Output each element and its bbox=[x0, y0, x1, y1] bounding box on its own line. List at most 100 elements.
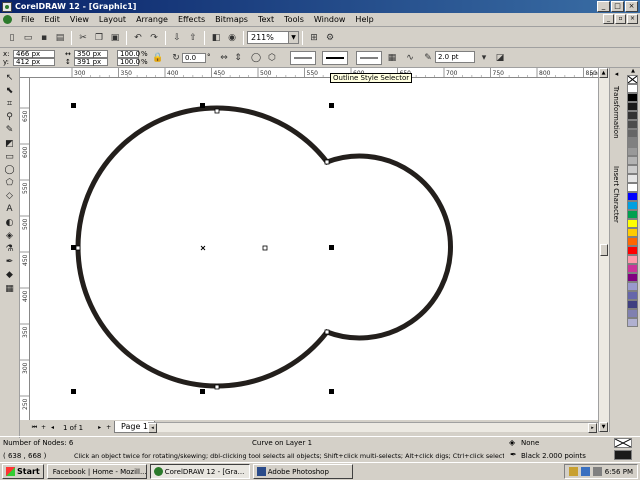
polygon-tool-icon[interactable]: ⬠ bbox=[2, 177, 18, 190]
first-page-icon[interactable]: ⏮ bbox=[30, 424, 39, 432]
start-button[interactable]: Start bbox=[2, 464, 44, 479]
scale-y-field[interactable]: 100.0 bbox=[117, 58, 140, 66]
rotate-icon[interactable]: ↻ bbox=[170, 52, 182, 64]
docker-tab-insert-character[interactable]: Insert Character bbox=[612, 166, 620, 223]
outline-style-selector[interactable] bbox=[322, 51, 348, 65]
color-swatch[interactable] bbox=[627, 300, 638, 309]
curve-node[interactable] bbox=[214, 108, 220, 114]
color-swatch[interactable] bbox=[627, 111, 638, 120]
outline-pen-status-icon[interactable]: ✒ bbox=[510, 450, 517, 459]
vertical-ruler[interactable]: 650600550500450400350300250200 bbox=[20, 78, 30, 420]
selection-handle[interactable] bbox=[71, 245, 76, 250]
fill-tool-icon[interactable]: ◆ bbox=[2, 269, 18, 282]
interactive-fill-tool-icon[interactable]: ◈ bbox=[2, 229, 18, 242]
outline-color-swatch[interactable] bbox=[614, 450, 632, 460]
snap-icon[interactable]: ⊞ bbox=[307, 31, 321, 45]
doc-close-button[interactable]: × bbox=[627, 14, 638, 24]
width-field[interactable]: 350 px bbox=[74, 50, 108, 58]
color-swatch[interactable] bbox=[627, 309, 638, 318]
color-swatch[interactable] bbox=[627, 282, 638, 291]
doc-restore-button[interactable]: ▫ bbox=[615, 14, 626, 24]
color-swatch[interactable] bbox=[627, 147, 638, 156]
y-position-field[interactable]: 412 px bbox=[13, 58, 55, 66]
tray-network-icon[interactable] bbox=[580, 467, 590, 476]
chevron-down-icon[interactable]: ▾ bbox=[478, 52, 490, 64]
color-swatch[interactable] bbox=[627, 174, 638, 183]
vertical-scrollbar[interactable]: ▲ ▼ bbox=[598, 68, 609, 432]
vertical-scroll-thumb[interactable] bbox=[600, 244, 608, 256]
docker-arrow-icon[interactable]: ◂ bbox=[611, 70, 622, 80]
color-swatch[interactable] bbox=[627, 291, 638, 300]
previous-page-icon[interactable]: ◂ bbox=[48, 424, 57, 431]
center-marker[interactable] bbox=[200, 245, 206, 251]
color-swatch[interactable] bbox=[627, 84, 638, 93]
new-icon[interactable]: ▯ bbox=[5, 31, 19, 45]
color-swatch[interactable] bbox=[627, 273, 638, 282]
cut-icon[interactable]: ✂ bbox=[76, 31, 90, 45]
corel-online-icon[interactable]: ◉ bbox=[225, 31, 239, 45]
color-swatch[interactable] bbox=[627, 120, 638, 129]
color-swatch[interactable] bbox=[627, 210, 638, 219]
next-page-icon[interactable]: ▸ bbox=[95, 424, 104, 431]
color-swatch[interactable] bbox=[627, 237, 638, 246]
menu-text[interactable]: Text bbox=[253, 15, 279, 24]
menu-tools[interactable]: Tools bbox=[279, 15, 309, 24]
add-page-before-icon[interactable]: + bbox=[39, 424, 48, 431]
color-swatch[interactable] bbox=[627, 228, 638, 237]
lock-ratio-icon[interactable]: 🔒 bbox=[152, 52, 164, 64]
edit-icon[interactable]: ◪ bbox=[494, 52, 506, 64]
interactive-blend-tool-icon[interactable]: ◐ bbox=[2, 216, 18, 229]
close-button[interactable]: × bbox=[625, 1, 638, 12]
menu-effects[interactable]: Effects bbox=[173, 15, 210, 24]
selection-handle[interactable] bbox=[200, 103, 205, 108]
color-swatch[interactable] bbox=[627, 246, 638, 255]
scroll-left-arrow[interactable]: ◂ bbox=[148, 423, 157, 433]
color-swatch[interactable] bbox=[627, 183, 638, 192]
x-position-field[interactable]: 466 px bbox=[13, 50, 55, 58]
scale-x-field[interactable]: 100.0 bbox=[117, 50, 140, 58]
doc-minimize-button[interactable]: _ bbox=[603, 14, 614, 24]
coreldraw-app-icon[interactable] bbox=[2, 1, 12, 12]
selection-handle[interactable] bbox=[71, 389, 76, 394]
end-arrowhead-selector[interactable] bbox=[356, 51, 382, 65]
mirror-vertical-icon[interactable]: ⇕ bbox=[232, 52, 244, 64]
task-coreldraw[interactable]: CorelDRAW 12 - [Gra... bbox=[149, 464, 250, 479]
outline-width-field[interactable]: 2.0 pt bbox=[435, 51, 475, 63]
basic-shapes-tool-icon[interactable]: ◇ bbox=[2, 190, 18, 203]
color-swatch[interactable] bbox=[627, 219, 638, 228]
maximize-button[interactable]: □ bbox=[611, 1, 624, 12]
color-swatch[interactable] bbox=[627, 93, 638, 102]
options-icon[interactable]: ⚙ bbox=[323, 31, 337, 45]
undo-icon[interactable]: ↶ bbox=[131, 31, 145, 45]
start-arrowhead-selector[interactable] bbox=[290, 51, 316, 65]
rectangle-tool-icon[interactable]: ▭ bbox=[2, 150, 18, 163]
color-swatch[interactable] bbox=[627, 255, 638, 264]
tray-volume-icon[interactable] bbox=[592, 467, 602, 476]
horizontal-ruler[interactable]: 300350400450500550600650700750800850900p… bbox=[20, 68, 612, 78]
fill-bucket-icon[interactable]: ◈ bbox=[509, 438, 515, 447]
color-swatch[interactable] bbox=[627, 192, 638, 201]
selection-handle[interactable] bbox=[329, 103, 334, 108]
crop-tool-icon[interactable]: ⌗ bbox=[2, 97, 18, 110]
color-swatch[interactable] bbox=[627, 318, 638, 327]
add-page-after-icon[interactable]: + bbox=[104, 424, 113, 431]
paste-icon[interactable]: ▣ bbox=[108, 31, 122, 45]
curve-node[interactable] bbox=[75, 245, 81, 251]
minimize-button[interactable]: _ bbox=[597, 1, 610, 12]
palette-scroll-up-icon[interactable]: ▲ bbox=[626, 68, 640, 75]
angle-field[interactable]: 0.0 bbox=[182, 53, 206, 63]
scroll-up-arrow[interactable]: ▲ bbox=[599, 68, 608, 78]
convert-to-curves-icon[interactable]: ∿ bbox=[404, 52, 416, 64]
application-launcher-icon[interactable]: ◧ bbox=[209, 31, 223, 45]
color-swatch[interactable] bbox=[627, 165, 638, 174]
import-icon[interactable]: ⇩ bbox=[170, 31, 184, 45]
menu-help[interactable]: Help bbox=[350, 15, 378, 24]
print-icon[interactable]: ▤ bbox=[53, 31, 67, 45]
interactive-mesh-tool-icon[interactable]: ▦ bbox=[2, 282, 18, 295]
scroll-right-arrow[interactable]: ▸ bbox=[588, 423, 597, 433]
height-field[interactable]: 391 px bbox=[74, 58, 108, 66]
menu-layout[interactable]: Layout bbox=[94, 15, 131, 24]
color-swatch[interactable] bbox=[627, 156, 638, 165]
selection-handle[interactable] bbox=[329, 245, 334, 250]
drawing-canvas[interactable] bbox=[30, 78, 598, 420]
